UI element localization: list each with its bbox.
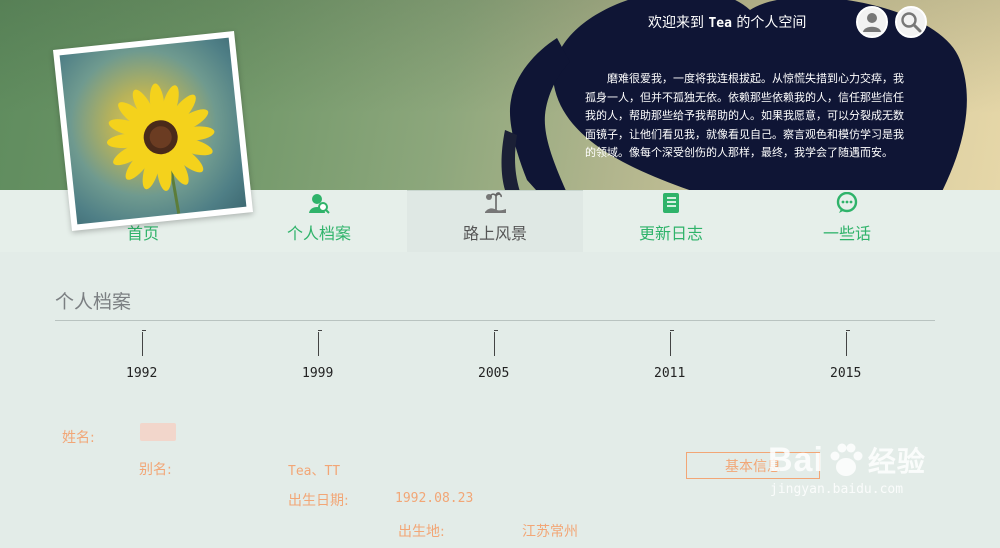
nav-words-label: 一些话 [822, 224, 871, 243]
watermark-url: jingyan.baidu.com [770, 482, 904, 497]
baidu-watermark: Bai 经验 jingyan.baidu.com [768, 440, 926, 498]
alias-value: Tea、TT [288, 464, 341, 479]
user-button[interactable] [856, 6, 888, 38]
timeline-year-2015[interactable]: 2015 [830, 366, 861, 381]
search-button[interactable] [895, 6, 927, 38]
birthday-value: 1992.08.23 [395, 491, 474, 506]
scenery-icon [483, 191, 507, 215]
nav-scenery[interactable]: 路上风景 [407, 190, 583, 252]
timeline-year-1999[interactable]: 1999 [302, 366, 333, 381]
birthplace-value: 江苏常州 [522, 524, 578, 540]
timeline-tick [846, 330, 850, 356]
profile-icon [307, 191, 331, 215]
nav-updates-label: 更新日志 [638, 224, 703, 243]
watermark-brand: Bai [768, 440, 824, 479]
timeline-year-2005[interactable]: 2005 [478, 366, 509, 381]
name-value-redacted [140, 423, 176, 441]
nav-scenery-label: 路上风景 [462, 224, 527, 243]
name-label: 姓名: [62, 430, 95, 446]
welcome-prefix: 欢迎来到 [648, 15, 709, 31]
nav-profile-label: 个人档案 [286, 224, 351, 243]
nav-profile[interactable]: 个人档案 [231, 190, 407, 252]
notebook-icon [659, 191, 683, 215]
section-divider [55, 320, 935, 321]
user-icon [863, 13, 881, 32]
timeline-year-2011[interactable]: 2011 [654, 366, 685, 381]
welcome-text: 欢迎来到 Tea 的个人空间 [648, 12, 806, 32]
nav-updates[interactable]: 更新日志 [583, 190, 759, 252]
timeline-tick [670, 330, 674, 356]
birthplace-label: 出生地: [398, 524, 445, 540]
timeline-tick [494, 330, 498, 356]
nav-words[interactable]: 一些话 [759, 190, 935, 252]
section-title: 个人档案 [55, 291, 132, 313]
header-quote: 磨难很爱我，一度将我连根拔起。从惊慌失措到心力交瘁，我孤身一人，但并不孤独无依。… [585, 72, 904, 159]
welcome-suffix: 的个人空间 [731, 15, 807, 31]
chat-icon [835, 191, 859, 215]
birthday-label: 出生日期: [288, 493, 349, 509]
paw-icon [830, 443, 863, 476]
timeline-tick [318, 330, 322, 356]
watermark-brand-cn: 经验 [867, 446, 926, 477]
search-icon [901, 12, 922, 33]
alias-label: 别名: [139, 462, 172, 478]
welcome-username: Tea [708, 16, 732, 31]
timeline-tick [142, 330, 146, 356]
sunflower-image [106, 83, 215, 215]
profile-photo [52, 30, 254, 232]
timeline-year-1992[interactable]: 1992 [126, 366, 157, 381]
